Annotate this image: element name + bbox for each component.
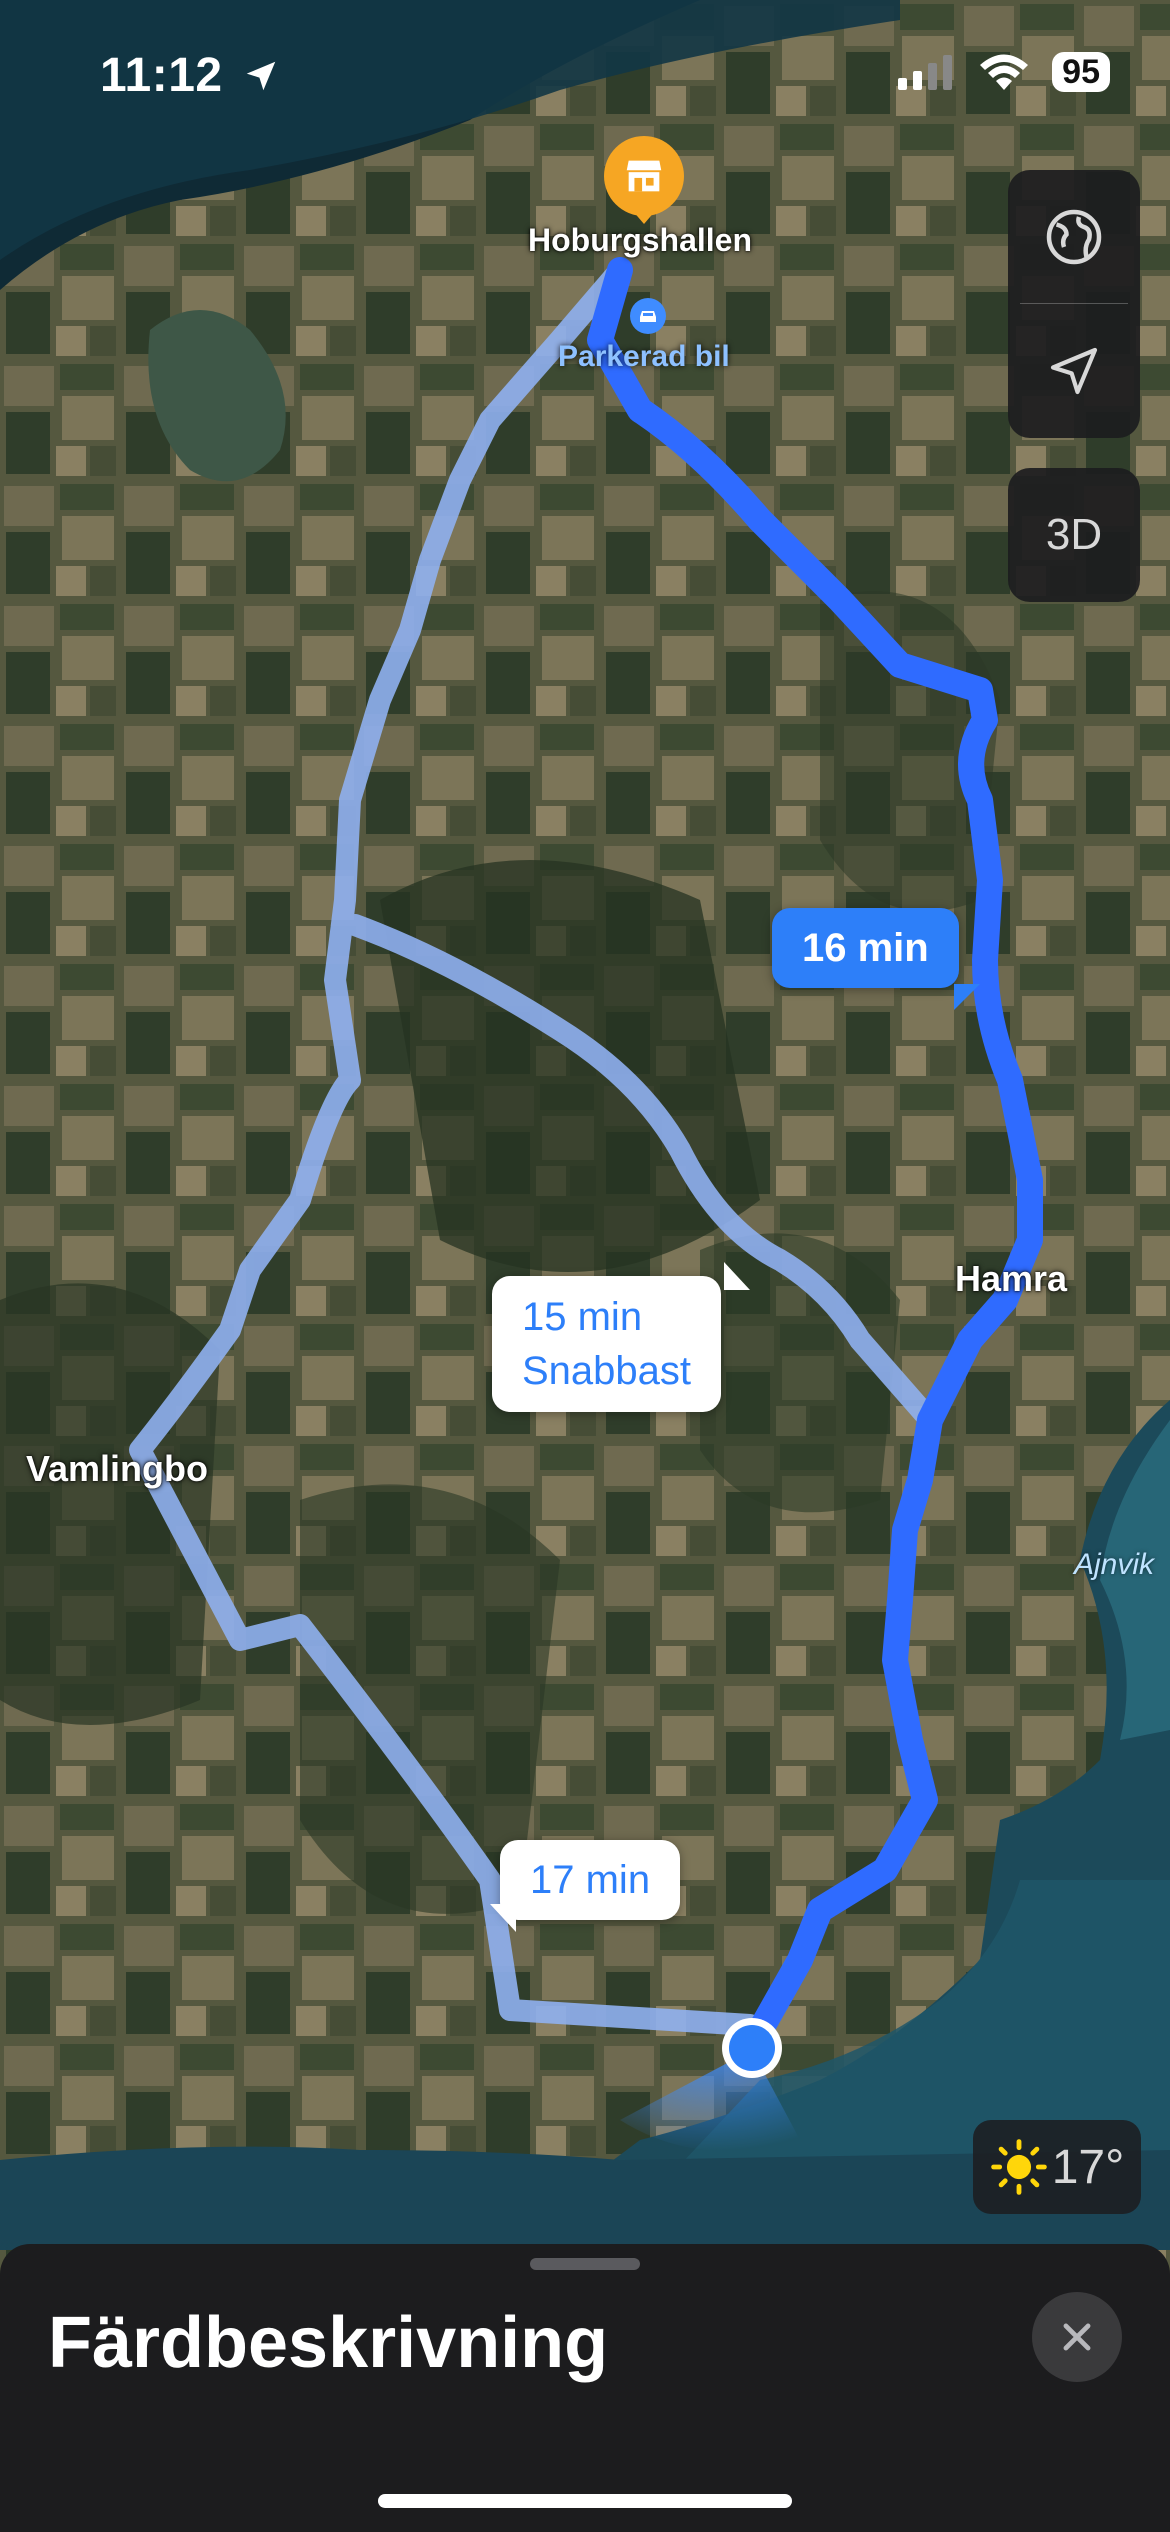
sun-icon <box>990 2139 1047 2195</box>
close-icon <box>1063 2323 1091 2351</box>
3d-view-button[interactable]: 3D <box>1008 468 1140 602</box>
store-icon <box>626 160 662 192</box>
bubble-tail <box>954 984 980 1010</box>
route-time: 17 min <box>530 1858 651 1902</box>
parked-car-pin[interactable] <box>630 298 666 334</box>
car-icon <box>640 311 656 322</box>
sheet-title: Färdbeskrivning <box>48 2303 609 2383</box>
route-time: 16 min <box>802 926 929 970</box>
globe-icon <box>1046 209 1102 264</box>
status-indicators: 95 <box>898 52 1110 92</box>
route-fastest-label: Snabbast <box>522 1349 692 1393</box>
battery-indicator: 95 <box>1052 52 1110 92</box>
wifi-icon <box>980 54 1029 90</box>
place-label-parked-car[interactable]: Parkerad bil <box>558 340 730 374</box>
place-label-hamra[interactable]: Hamra <box>955 1258 1067 1300</box>
place-label-hoburgshallen[interactable]: Hoburgshallen <box>528 222 752 259</box>
bubble-tail <box>490 1904 516 1932</box>
status-time: 11:12 <box>100 48 280 103</box>
poi-hoburgshallen-pin[interactable] <box>604 136 684 216</box>
home-indicator[interactable] <box>378 2494 792 2508</box>
cellular-signal-icon <box>898 55 953 90</box>
location-arrow-icon <box>247 61 276 91</box>
map-controls <box>1008 170 1140 438</box>
place-label-vamlingbo[interactable]: Vamlingbo <box>26 1448 208 1490</box>
route-time: 15 min <box>522 1295 643 1339</box>
map-mode-button[interactable] <box>1008 170 1140 303</box>
route-bubble-15-min[interactable]: 15 min Snabbast <box>492 1276 722 1412</box>
route-bubble-16-min[interactable]: 16 min <box>772 908 959 988</box>
sheet-grabber[interactable] <box>530 2258 640 2270</box>
track-location-button[interactable] <box>1008 304 1140 437</box>
bubble-tail <box>724 1262 750 1290</box>
place-label-ajnvik: Ajnvik <box>1074 1548 1155 1581</box>
route-bubble-17-min[interactable]: 17 min <box>500 1840 681 1920</box>
directions-sheet[interactable]: Färdbeskrivning <box>0 2244 1170 2532</box>
close-button[interactable] <box>1032 2292 1122 2382</box>
weather-widget[interactable]: 17° <box>973 2120 1141 2214</box>
temperature: 17° <box>1051 2140 1125 2194</box>
location-arrow-outline-icon <box>1050 347 1098 394</box>
